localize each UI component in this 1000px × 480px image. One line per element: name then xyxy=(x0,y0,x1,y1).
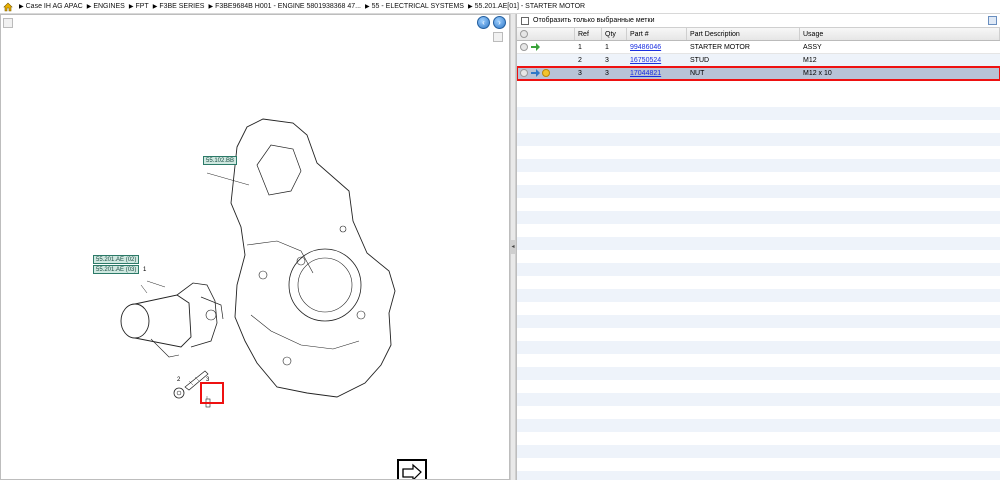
header-part-description[interactable]: Part Description xyxy=(687,28,800,40)
breadcrumb-label: 55.201.AE[01] - STARTER MOTOR xyxy=(474,3,586,10)
breadcrumb-label[interactable]: F3BE9684B H001 - ENGINE 5801938368 47... xyxy=(215,3,361,10)
part-number-link[interactable]: 99486046 xyxy=(630,44,661,51)
cell-part-number[interactable]: 99486046 xyxy=(627,41,687,53)
home-icon[interactable] xyxy=(3,2,13,12)
cell-description: STARTER MOTOR xyxy=(690,43,750,51)
collapse-handle-icon[interactable]: ◂ xyxy=(511,240,515,254)
arrow-right-icon: ▶ xyxy=(365,4,370,10)
select-row-icon[interactable] xyxy=(520,69,528,77)
part-number-link[interactable]: 17044821 xyxy=(630,70,661,77)
parts-list-pane: Отобразить только выбранные метки Ref Qt… xyxy=(516,14,1000,480)
arrow-right-icon: ▶ xyxy=(86,4,92,10)
part-number-link[interactable]: 16750524 xyxy=(630,57,661,64)
breadcrumb-item[interactable]: ▶ 55 - ELECTRICAL SYSTEMS xyxy=(365,3,464,10)
navigation-arrow-icon[interactable] xyxy=(397,459,427,479)
export-icon[interactable] xyxy=(988,16,997,25)
ref-number[interactable]: 1 xyxy=(143,267,146,273)
arrow-right-icon: ▶ xyxy=(467,4,473,10)
header-select-column xyxy=(517,28,575,40)
table-row[interactable]: 2 3 16750524 STUD M12 xyxy=(517,54,1000,67)
cell-qty: 1 xyxy=(605,43,609,51)
breadcrumb-label[interactable]: FPT xyxy=(135,3,148,10)
grid-header: Ref Qty Part # Part Description Usage xyxy=(517,28,1000,41)
arrow-right-icon: ▶ xyxy=(19,4,24,10)
breadcrumb: ▶ Case IH AG APAC ▶ ENGINES ▶ FPT ▶ F3BE SER… xyxy=(0,0,1000,14)
cell-description: NUT xyxy=(690,69,705,77)
breadcrumb-item-current: ▶ 55.201.AE[01] - STARTER MOTOR xyxy=(468,3,585,10)
header-usage[interactable]: Usage xyxy=(800,28,1000,40)
select-row-icon[interactable] xyxy=(520,43,528,51)
diagram-pane[interactable]: ‹ › 55.102.BB 55.201.AE (02) 55.201.AE (… xyxy=(0,14,510,480)
cell-usage: M12 xyxy=(803,56,817,64)
cell-description: STUD xyxy=(690,56,710,64)
cell-usage: ASSY xyxy=(803,43,822,51)
breadcrumb-label[interactable]: F3BE SERIES xyxy=(159,3,204,10)
row-actions xyxy=(517,41,575,53)
settings-icon[interactable] xyxy=(520,30,528,38)
empty-grid-area xyxy=(517,94,1000,480)
header-part-number[interactable]: Part # xyxy=(627,28,687,40)
selected-part-highlight xyxy=(200,382,224,404)
breadcrumb-item[interactable]: ▶ F3BE SERIES xyxy=(153,3,205,10)
filter-bar: Отобразить только выбранные метки xyxy=(517,14,1000,28)
cell-qty: 3 xyxy=(605,69,609,77)
table-row-selected[interactable]: 3 3 17044821 NUT M12 x 10 xyxy=(517,66,1000,81)
arrow-right-icon: ▶ xyxy=(208,4,214,10)
table-row[interactable]: 1 1 99486046 STARTER MOTOR ASSY xyxy=(517,41,1000,54)
breadcrumb-label[interactable]: 55 - ELECTRICAL SYSTEMS xyxy=(372,3,464,10)
cell-ref: 3 xyxy=(578,69,582,77)
header-qty[interactable]: Qty xyxy=(602,28,627,40)
header-ref[interactable]: Ref xyxy=(575,28,602,40)
cell-ref: 2 xyxy=(578,56,582,64)
show-selected-checkbox[interactable] xyxy=(521,16,529,25)
row-actions xyxy=(517,54,575,66)
breadcrumb-item[interactable]: ▶ Case IH AG APAC xyxy=(19,3,83,10)
callout-label[interactable]: 55.201.AE (03) xyxy=(93,265,140,274)
filter-label: Отобразить только выбранные метки xyxy=(533,17,655,24)
breadcrumb-label[interactable]: ENGINES xyxy=(93,3,125,10)
cell-part-number[interactable]: 16750524 xyxy=(627,54,687,66)
arrow-right-icon: ▶ xyxy=(152,4,158,10)
callout-label[interactable]: 55.102.BB xyxy=(203,156,238,165)
go-arrow-icon[interactable] xyxy=(531,43,540,51)
cell-ref: 1 xyxy=(578,43,582,51)
exploded-diagram xyxy=(120,118,396,408)
ref-number[interactable]: 2 xyxy=(177,377,180,383)
info-icon[interactable] xyxy=(542,69,550,77)
callout-label[interactable]: 55.201.AE (02) xyxy=(93,255,140,264)
breadcrumb-item[interactable]: ▶ FPT xyxy=(129,3,149,10)
cell-part-number[interactable]: 17044821 xyxy=(627,67,687,79)
cell-qty: 3 xyxy=(605,56,609,64)
arrow-right-icon: ▶ xyxy=(128,4,134,10)
breadcrumb-item[interactable]: ▶ ENGINES xyxy=(87,3,125,10)
breadcrumb-label[interactable]: Case IH AG APAC xyxy=(26,3,83,10)
cell-usage: M12 x 10 xyxy=(803,69,832,77)
breadcrumb-item[interactable]: ▶ F3BE9684B H001 - ENGINE 5801938368 47..… xyxy=(208,3,361,10)
replace-arrow-icon[interactable] xyxy=(531,69,540,77)
row-actions xyxy=(517,67,575,79)
